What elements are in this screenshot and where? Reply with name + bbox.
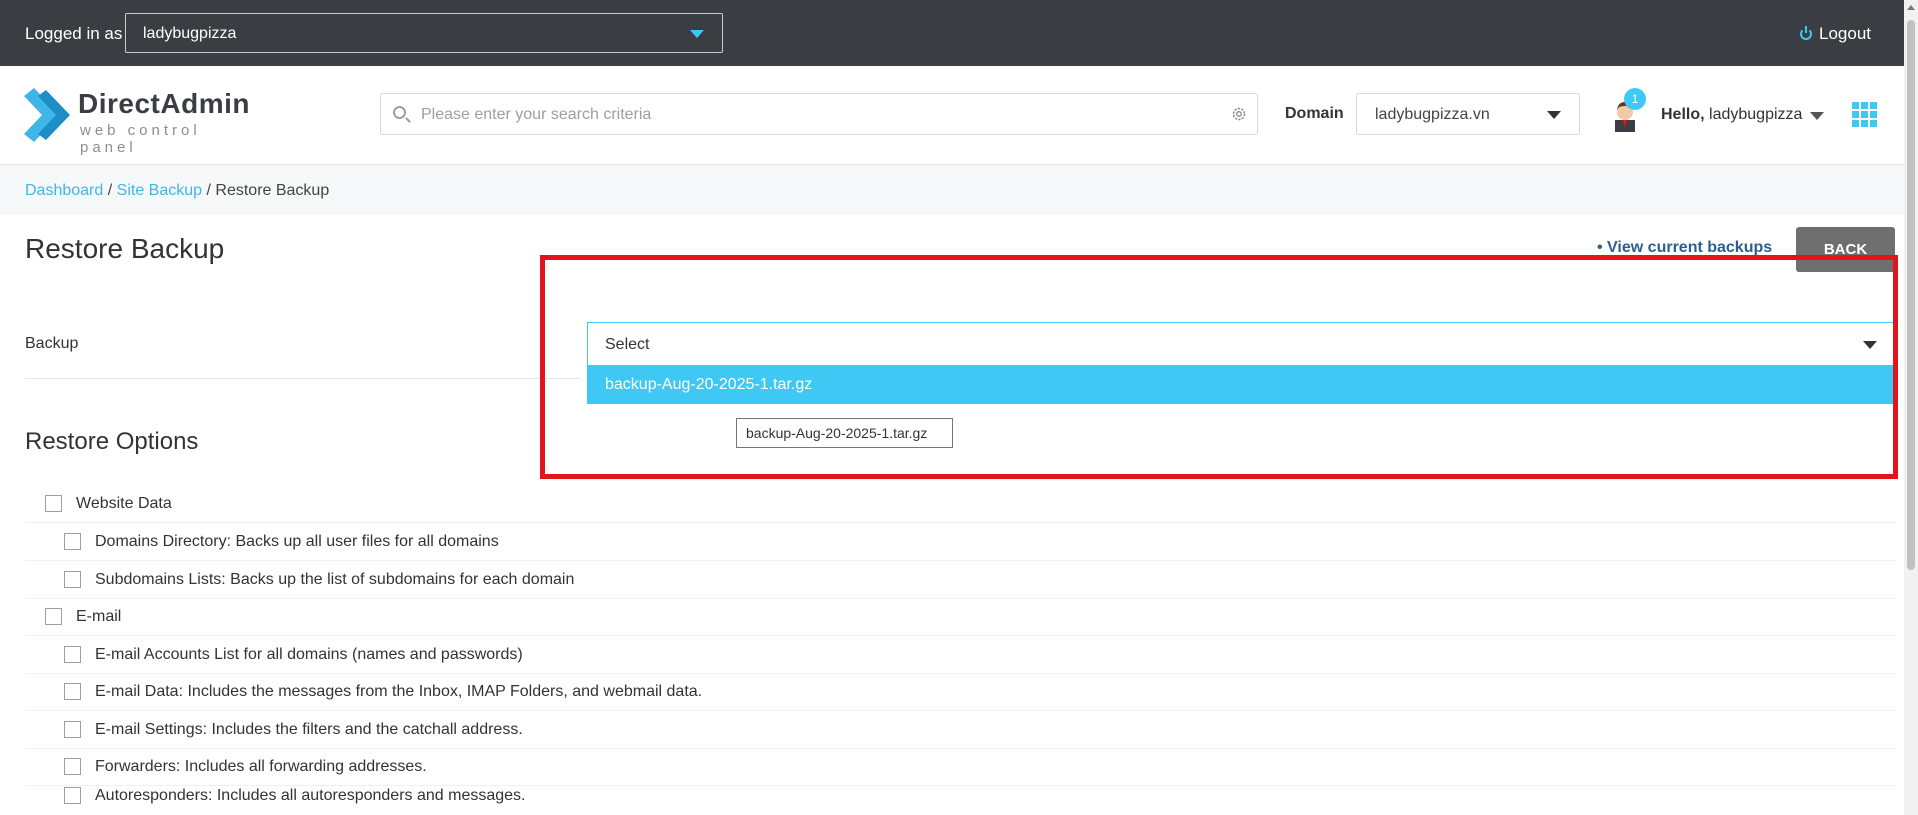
divider bbox=[25, 378, 580, 379]
option-checkbox[interactable] bbox=[64, 787, 81, 804]
gear-icon[interactable] bbox=[1231, 106, 1247, 122]
option-checkbox[interactable] bbox=[64, 758, 81, 775]
search-input[interactable] bbox=[419, 102, 1203, 128]
option-checkbox[interactable] bbox=[45, 495, 62, 512]
option-row: Domains Directory: Backs up all user fil… bbox=[25, 523, 1896, 561]
breadcrumb: Dashboard / Site Backup / Restore Backup bbox=[0, 165, 1904, 215]
option-checkbox[interactable] bbox=[64, 646, 81, 663]
apps-grid-icon[interactable] bbox=[1852, 102, 1877, 127]
search-icon bbox=[393, 106, 406, 119]
logo-chevron-icon bbox=[24, 88, 70, 142]
option-checkbox[interactable] bbox=[45, 608, 62, 625]
user-select-value: ladybugpizza bbox=[143, 25, 237, 42]
option-row: E-mail Data: Includes the messages from … bbox=[25, 673, 1896, 711]
breadcrumb-separator: / bbox=[206, 182, 211, 199]
option-checkbox[interactable] bbox=[64, 683, 81, 700]
option-row: Autoresponders: Includes all autorespond… bbox=[25, 777, 1896, 815]
user-select[interactable]: ladybugpizza bbox=[125, 13, 723, 53]
option-checkbox[interactable] bbox=[64, 721, 81, 738]
scroll-up-icon[interactable] bbox=[1907, 5, 1915, 10]
logout-button[interactable]: Logout bbox=[1800, 24, 1871, 44]
option-row: Website Data bbox=[25, 485, 1896, 523]
hello-user: ladybugpizza bbox=[1709, 106, 1803, 123]
option-label: E-mail Accounts List for all domains (na… bbox=[95, 646, 523, 663]
option-label: Forwarders: Includes all forwarding addr… bbox=[95, 758, 427, 775]
backup-label: Backup bbox=[25, 335, 79, 352]
option-checkbox[interactable] bbox=[64, 571, 81, 588]
domain-select[interactable]: ladybugpizza.vn bbox=[1356, 93, 1580, 135]
user-greeting[interactable]: Hello, ladybugpizza bbox=[1661, 106, 1802, 124]
search-box bbox=[380, 93, 1258, 135]
power-icon bbox=[1800, 26, 1812, 40]
hello-label: Hello, bbox=[1661, 106, 1705, 123]
option-label: Subdomains Lists: Backs up the list of s… bbox=[95, 571, 575, 588]
breadcrumb-current: Restore Backup bbox=[215, 182, 330, 199]
chevron-down-icon bbox=[1547, 111, 1561, 119]
logout-label: Logout bbox=[1819, 24, 1871, 43]
option-label: E-mail Data: Includes the messages from … bbox=[95, 683, 703, 700]
option-label: E-mail bbox=[76, 608, 122, 625]
notification-badge[interactable]: 1 bbox=[1624, 88, 1646, 110]
page-title: Restore Backup bbox=[25, 233, 225, 264]
scrollbar[interactable] bbox=[1904, 0, 1918, 815]
brand-tagline: web control panel bbox=[80, 122, 201, 156]
breadcrumb-separator: / bbox=[107, 182, 113, 199]
domain-label: Domain bbox=[1285, 105, 1344, 122]
option-row: E-mail Settings: Includes the filters an… bbox=[25, 711, 1896, 749]
option-label: Autoresponders: Includes all autorespond… bbox=[95, 787, 526, 804]
directadmin-logo[interactable]: DirectAdmin web control panel bbox=[24, 88, 264, 156]
chevron-down-icon[interactable] bbox=[1810, 112, 1824, 120]
option-label: E-mail Settings: Includes the filters an… bbox=[95, 721, 523, 738]
restore-options-title: Restore Options bbox=[25, 428, 199, 455]
option-checkbox[interactable] bbox=[64, 533, 81, 550]
option-row: E-mail bbox=[25, 598, 1896, 636]
option-row: Subdomains Lists: Backs up the list of s… bbox=[25, 561, 1896, 599]
option-row: E-mail Accounts List for all domains (na… bbox=[25, 636, 1896, 674]
breadcrumb-dashboard[interactable]: Dashboard bbox=[25, 182, 103, 199]
chevron-down-icon bbox=[690, 30, 704, 38]
top-bar: Logged in as ladybugpizza Logout bbox=[0, 0, 1904, 66]
option-label: Domains Directory: Backs up all user fil… bbox=[95, 533, 499, 550]
scrollbar-thumb[interactable] bbox=[1907, 20, 1915, 570]
domain-select-value: ladybugpizza.vn bbox=[1375, 106, 1490, 123]
option-label: Website Data bbox=[76, 495, 172, 512]
header: DirectAdmin web control panel Domain lad… bbox=[0, 66, 1904, 165]
breadcrumb-site-backup[interactable]: Site Backup bbox=[117, 182, 202, 199]
logged-in-label: Logged in as bbox=[25, 24, 123, 43]
highlight-annotation bbox=[540, 255, 1898, 479]
brand-name: DirectAdmin bbox=[78, 88, 250, 119]
